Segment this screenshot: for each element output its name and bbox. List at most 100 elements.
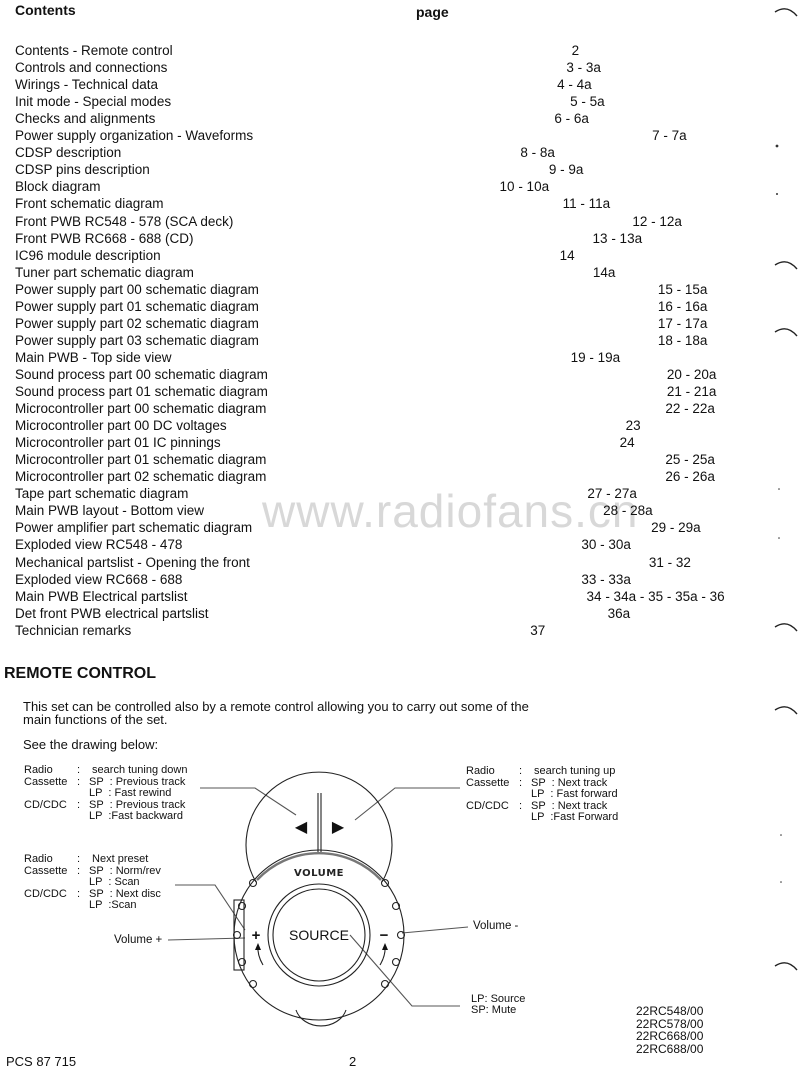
toc-entry-page: 36a: [607, 605, 631, 621]
toc-entry-title: Microcontroller part 01 IC pinnings: [15, 435, 221, 451]
model-number: 22RC548/00: [636, 1004, 704, 1018]
toc-entry-title: Main PWB - Top side view: [15, 349, 172, 365]
toc-entry-title: Controls and connections: [15, 60, 168, 76]
toc-entry-title: Microcontroller part 00 schematic diagra…: [15, 401, 267, 417]
toc-entry-title: Power amplifier part schematic diagram: [15, 520, 253, 536]
toc-entry-page: 11 - 11a: [562, 196, 611, 212]
punch-dot: [780, 881, 782, 883]
toc-entry-page: 28 - 28a: [603, 503, 653, 519]
toc-entry-title: Power supply part 03 schematic diagram: [15, 332, 259, 348]
toc-entry-page: 16 - 16a: [657, 298, 708, 314]
toc-entry-page: 8 - 8a: [520, 145, 555, 161]
toc-entry-page: 15 - 15a: [657, 281, 708, 297]
leader-line-vol-plus: [167, 937, 246, 941]
toc-entry-page: 33 - 33a: [581, 571, 631, 587]
leader-line-prev: [200, 787, 297, 816]
toc-entry: Tuner part schematic diagram 14a: [15, 264, 615, 281]
toc-entry-title: Contents - Remote control: [15, 43, 173, 58]
toc-entry-page: 30 - 30a: [581, 537, 631, 553]
page-number: 2: [349, 1054, 357, 1069]
toc-entry-page: 19 - 19a: [570, 349, 621, 365]
toc-entry-page: 27 - 27a: [587, 486, 637, 502]
toc-entry-title: Tape part schematic diagram: [15, 486, 189, 502]
toc-entry-page: 9 - 9a: [548, 162, 584, 178]
punch-arc: [774, 962, 798, 971]
toc-entry-page: 10 - 10a: [499, 179, 550, 195]
toc-entry-title: Mechanical partslist - Opening the front: [15, 554, 250, 570]
toc-entry: Contents - Remote control 2: [15, 42, 579, 59]
toc-entry-page: 23: [625, 418, 641, 434]
toc-entry-title: Technician remarks: [15, 622, 132, 638]
toc-entry-page: 21 - 21a: [666, 384, 717, 399]
punch-dot: [778, 488, 780, 490]
toc-entry-page: 24: [619, 435, 635, 451]
toc-entry-page: 29 - 29a: [651, 520, 701, 536]
toc-entry: Det front PWB electrical partslist 36a: [15, 605, 630, 622]
toc-entry-title: CDSP description: [15, 145, 122, 161]
toc-entry-page: 18 - 18a: [657, 332, 708, 348]
toc-entry-title: Microcontroller part 02 schematic diagra…: [15, 469, 267, 485]
toc-entry-title: Exploded view RC548 - 478: [15, 537, 183, 553]
toc-entry-title: Microcontroller part 00 DC voltages: [15, 418, 227, 434]
toc-entry-page: 6 - 6a: [554, 111, 589, 127]
toc-entry: Technician remarks 37: [15, 622, 545, 639]
punch-dot: [775, 144, 779, 148]
toc-entry-page: 13 - 13a: [592, 230, 643, 246]
punch-dot: [780, 834, 782, 836]
punch-arc: [774, 261, 798, 270]
punch-dot: [778, 537, 780, 539]
toc-entry-title: Microcontroller part 01 schematic diagra…: [15, 452, 267, 468]
toc-entry-title: CDSP pins description: [15, 162, 150, 178]
toc-entry-title: Power supply organization - Waveforms: [15, 128, 254, 144]
toc-entry-title: Det front PWB electrical partslist: [15, 605, 209, 621]
toc-entry-page: 20 - 20a: [666, 366, 717, 382]
volume-label: VOLUME: [294, 868, 344, 879]
toc-entry-title: Front PWB RC668 - 688 (CD): [15, 230, 194, 246]
toc-entry-title: Main PWB Electrical partslist: [15, 588, 188, 604]
prev-arrow-icon: ◀: [295, 817, 308, 836]
model-number: 22RC688/00: [636, 1041, 704, 1056]
toc-entry: IC96 module description 14: [15, 247, 575, 264]
punch-arc: [774, 8, 798, 17]
toc-entry-title: Wirings - Technical data: [15, 77, 159, 93]
toc-entry-page: 2: [571, 43, 580, 58]
toc-entry-title: Tuner part schematic diagram: [15, 264, 194, 280]
toc-entry-page: 7 - 7a: [652, 128, 687, 144]
toc-entry-title: IC96 module description: [15, 247, 161, 263]
toc-entry-page: 17 - 17a: [657, 315, 708, 331]
leader-line-vol-minus: [401, 926, 469, 934]
toc-entry-title: Checks and alignments: [15, 111, 156, 127]
binding-marks: [774, 8, 798, 971]
leader-line-source: [349, 934, 460, 1007]
toc-entry-page: 3 - 3a: [566, 60, 601, 76]
skip-rocker: [245, 771, 393, 883]
toc-entry-page: 31 - 32: [648, 554, 691, 570]
toc-entry-title: Power supply part 00 schematic diagram: [15, 281, 259, 297]
toc-entry-page: 22 - 22a: [665, 401, 715, 417]
toc-entry-page: 26 - 26a: [665, 469, 715, 485]
toc-entry-title: Sound process part 00 schematic diagram: [15, 366, 268, 382]
volume-minus-symbol: −: [380, 927, 389, 944]
toc-entry: Microcontroller part 01 IC pinnings 24: [15, 434, 635, 451]
punch-arc: [774, 328, 798, 337]
document-code: PCS 87 715: [6, 1054, 77, 1069]
toc-entry-title: Exploded view RC668 - 688: [15, 571, 183, 587]
toc-entry: Microcontroller part 00 DC voltages 23: [15, 417, 641, 434]
model-number: 22RC668/00: [636, 1029, 704, 1043]
source-button-label: SOURCE: [289, 927, 349, 943]
toc-entry-title: Power supply part 02 schematic diagram: [15, 315, 259, 331]
punch-dot: [776, 193, 778, 195]
toc-entry-title: Front schematic diagram: [15, 196, 164, 212]
toc-entry-page: 5 - 5a: [570, 94, 605, 110]
toc-entry-title: Init mode - Special modes: [15, 94, 172, 110]
toc-entry: Power supply organization - Waveforms 7 -…: [15, 127, 687, 144]
model-list: 22RC548/00 22RC578/00 22RC668/00 22RC688…: [636, 1005, 703, 1055]
toc-entry-page: 37: [530, 622, 546, 638]
toc-entry-page: 25 - 25a: [665, 452, 715, 468]
toc-entry-title: Power supply part 01 schematic diagram: [15, 298, 259, 314]
volume-plus-symbol: +: [252, 927, 261, 944]
toc-entry-page: 12 - 12a: [632, 213, 682, 229]
toc-entry-page: 14: [559, 247, 575, 263]
toc-entry-title: Front PWB RC548 - 578 (SCA deck): [15, 213, 234, 229]
toc-entry-title: Block diagram: [15, 179, 101, 195]
